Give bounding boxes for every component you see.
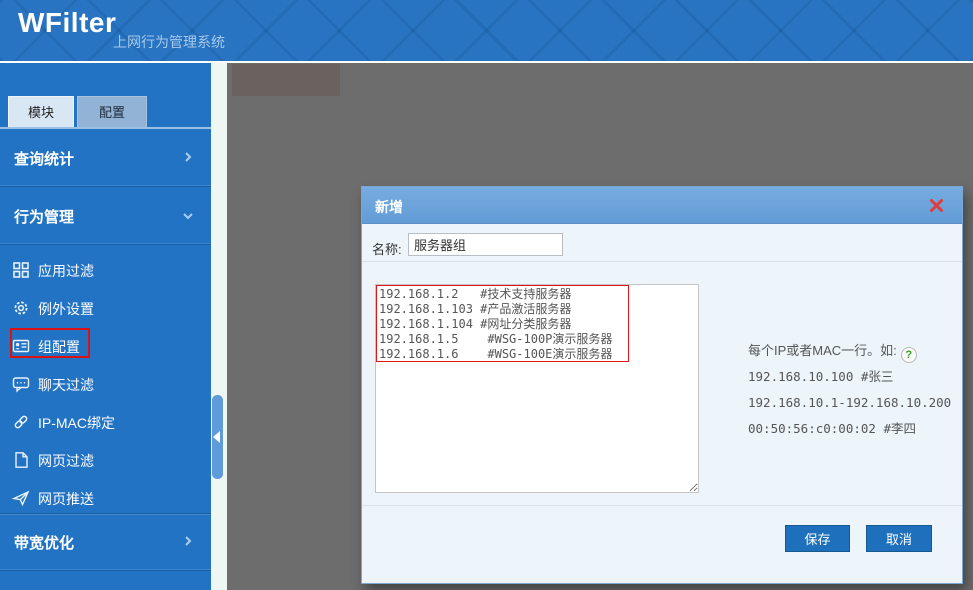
sidebar-item-web-filter[interactable]: 网页过滤	[0, 441, 211, 479]
tabs-underline	[0, 127, 211, 129]
section-label: 查询统计	[14, 148, 74, 169]
chevron-right-icon	[181, 150, 195, 164]
collapse-arrow-icon	[213, 431, 220, 443]
help-intro: 每个IP或者MAC一行。如:?	[748, 338, 953, 364]
sidebar-item-web-push[interactable]: 网页推送	[0, 479, 211, 517]
section-label: 行为管理	[14, 206, 74, 227]
chevron-down-icon	[181, 210, 195, 224]
group-config-highlight-box	[10, 328, 90, 358]
sidebar-collapse-handle[interactable]	[212, 395, 223, 479]
app-logo: WFilter	[18, 7, 116, 39]
link-icon	[12, 413, 30, 431]
chevron-right-icon	[181, 534, 195, 548]
help-text-block: 每个IP或者MAC一行。如:? 192.168.10.100 #张三 192.1…	[748, 338, 953, 442]
sidebar-gutter	[211, 63, 227, 590]
dialog-body: 名称: 192.168.1.2 #技术支持服务器 192.168.1.103 #…	[362, 224, 962, 583]
dimmed-add-button	[232, 64, 340, 96]
sidebar-item-label: 网页推送	[38, 489, 94, 509]
add-group-dialog: 新增 名称: 192.168.1.2 #技术支持服务器 192.168.1.10…	[361, 186, 963, 584]
question-icon[interactable]: ?	[901, 347, 917, 363]
sidebar: 模块 配置 查询统计 行为管理 应用过滤	[0, 63, 211, 590]
close-icon[interactable]	[929, 198, 944, 213]
sidebar-item-label: 聊天过滤	[38, 375, 94, 395]
sidebar-item-label: 网页过滤	[38, 451, 94, 471]
dialog-divider	[362, 261, 962, 262]
grid-icon	[12, 261, 30, 279]
app-header: WFilter 上网行为管理系统	[0, 0, 973, 61]
sidebar-item-exceptions[interactable]: 例外设置	[0, 289, 211, 327]
sidebar-item-chat-filter[interactable]: 聊天过滤	[0, 365, 211, 403]
cancel-button[interactable]: 取消	[866, 525, 932, 552]
sidebar-section-query-stats[interactable]: 查询统计	[0, 130, 211, 187]
sidebar-item-label: 例外设置	[38, 299, 94, 319]
save-button[interactable]: 保存	[785, 525, 850, 552]
sidebar-item-app-filter[interactable]: 应用过滤	[0, 251, 211, 289]
sidebar-item-ip-mac-binding[interactable]: IP-MAC绑定	[0, 403, 211, 441]
sidebar-item-label: IP-MAC绑定	[38, 413, 115, 433]
tab-config[interactable]: 配置	[77, 96, 147, 127]
help-example: 00:50:56:c0:00:02 #李四	[748, 416, 953, 442]
gear-icon	[12, 299, 30, 317]
tab-modules[interactable]: 模块	[8, 96, 74, 127]
sidebar-tabs: 模块 配置	[0, 96, 211, 129]
help-example: 192.168.10.100 #张三	[748, 364, 953, 390]
sidebar-section-behavior[interactable]: 行为管理	[0, 188, 211, 245]
chat-icon	[12, 375, 30, 393]
paper-plane-icon	[12, 489, 30, 507]
dialog-footer-divider	[362, 505, 962, 506]
group-name-input[interactable]	[408, 233, 563, 256]
app-window: WFilter 上网行为管理系统 模块 配置 查询统计 行为管理	[0, 0, 973, 590]
group-members-textarea[interactable]: 192.168.1.2 #技术支持服务器 192.168.1.103 #产品激活…	[375, 284, 699, 493]
dialog-title: 新增	[375, 197, 403, 217]
app-subtitle: 上网行为管理系统	[113, 32, 225, 52]
help-example: 192.168.10.1-192.168.10.200	[748, 390, 953, 416]
dialog-titlebar: 新增	[362, 187, 962, 224]
sidebar-item-label: 应用过滤	[38, 261, 94, 281]
sidebar-section-bandwidth[interactable]: 带宽优化	[0, 514, 211, 571]
page-icon	[12, 451, 30, 469]
section-label: 带宽优化	[14, 532, 74, 553]
name-label: 名称:	[372, 239, 402, 258]
